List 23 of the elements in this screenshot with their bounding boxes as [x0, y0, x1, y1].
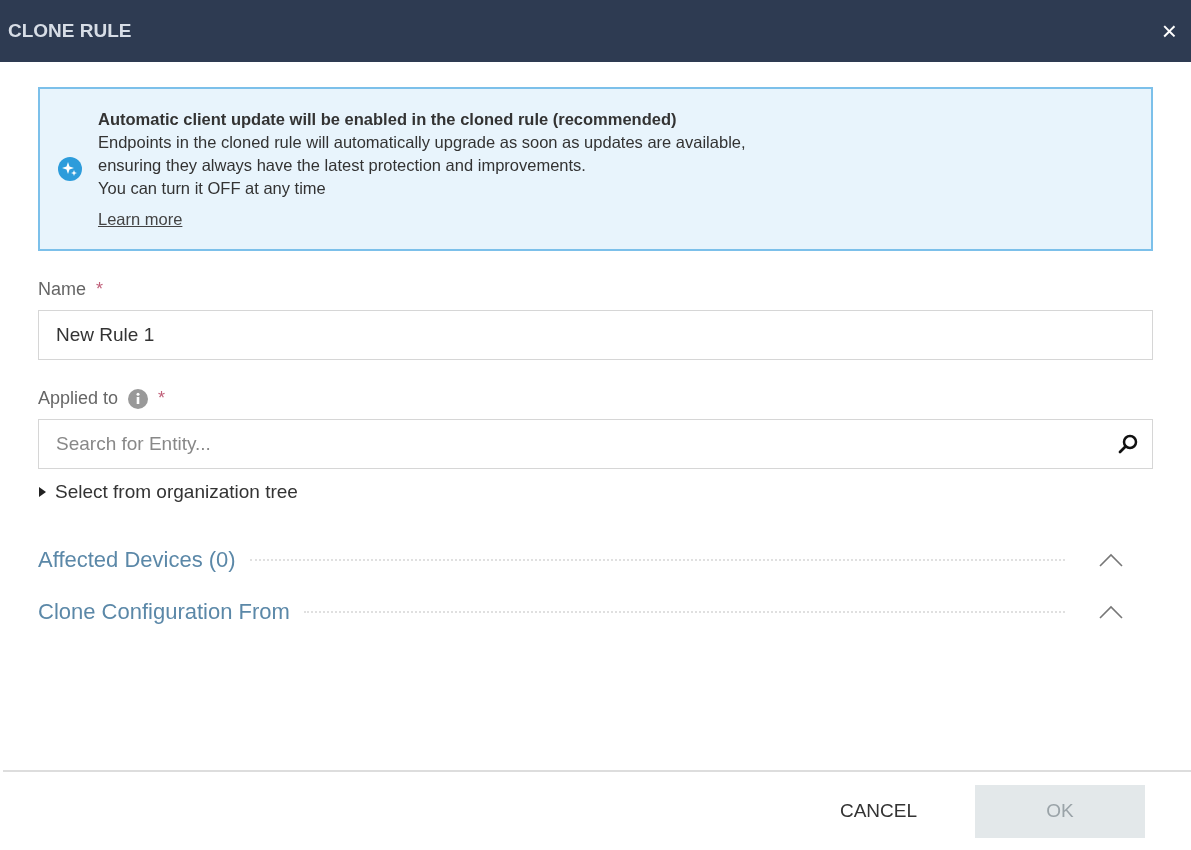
- tree-toggle[interactable]: Select from organization tree: [38, 481, 298, 503]
- window-title: CLONE RULE: [8, 20, 132, 42]
- chevron-icon[interactable]: [1099, 605, 1123, 619]
- required-mark: *: [158, 388, 166, 409]
- section-title[interactable]: Clone Configuration From: [38, 599, 290, 625]
- search-field[interactable]: Search for Entity...: [38, 419, 1153, 469]
- info-icon: [128, 388, 149, 409]
- name-field[interactable]: New Rule 1: [38, 310, 1153, 360]
- field-label: Applied to: [38, 388, 119, 409]
- banner-text: ensuring they always have the latest protection and improvements.: [98, 155, 587, 175]
- learn-more-link[interactable]: Learn more: [98, 209, 183, 229]
- sparkle-icon: [58, 157, 82, 181]
- banner-text: Endpoints in the cloned rule will automatically upgrade as soon as updates are available,: [98, 132, 746, 152]
- field-label: Name: [38, 279, 86, 300]
- search-icon: [1117, 433, 1139, 455]
- section-title[interactable]: Affected Devices (0): [38, 547, 236, 573]
- banner-text: You can turn it OFF at any time: [98, 178, 327, 198]
- cancel-button[interactable]: CANCEL: [839, 800, 917, 822]
- chevron-icon[interactable]: [1099, 553, 1123, 567]
- banner-title: Automatic client update will be enabled in the cloned rule (recommended): [98, 109, 678, 129]
- required-mark: *: [96, 279, 104, 300]
- caret-icon: [38, 487, 47, 497]
- close-button[interactable]: ×: [1157, 15, 1181, 47]
